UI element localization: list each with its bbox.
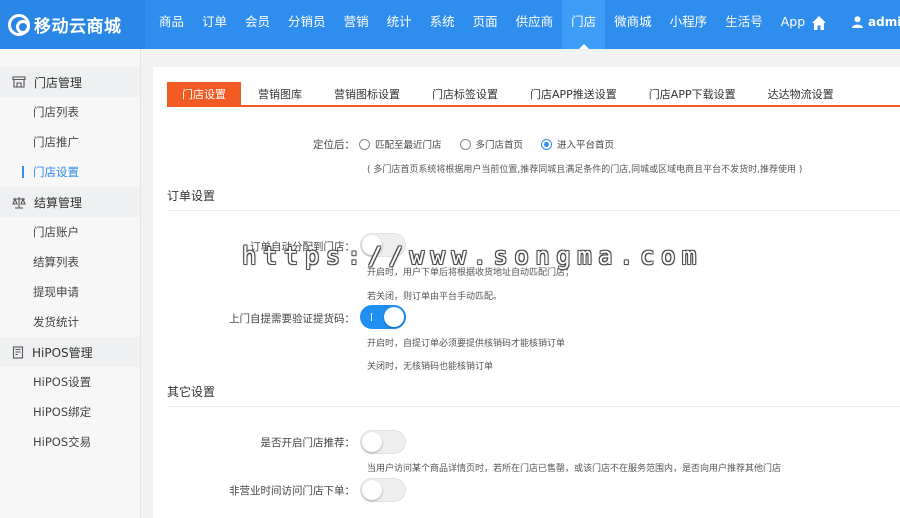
- sidebar: 门店管理 门店列表 门店推广 门店设置 结算管理 门店账户 结算列表 提现申请 …: [0, 49, 141, 518]
- other-settings-title: 其它设置: [167, 383, 900, 407]
- nav-item-marketing[interactable]: 营销: [335, 0, 378, 49]
- radio-label: 多门店首页: [475, 140, 524, 151]
- sidebar-item-withdrawals[interactable]: 提现申请: [0, 277, 140, 307]
- sidebar-group-label: HiPOS管理: [32, 345, 93, 360]
- nav-item-members[interactable]: 会员: [236, 0, 279, 49]
- store-icon: [12, 76, 26, 88]
- sidebar-item-store-promotion[interactable]: 门店推广: [0, 127, 140, 157]
- watermark-text: https://www.songma.com: [242, 242, 703, 270]
- tab-store-settings[interactable]: 门店设置: [167, 82, 241, 107]
- sidebar-group-label: 门店管理: [34, 75, 83, 90]
- main-panel: 门店设置 营销图库 营销图标设置 门店标签设置 门店APP推送设置 门店APP下…: [153, 67, 900, 518]
- home-icon[interactable]: [811, 15, 827, 31]
- location-radio-group: 匹配至最近门店 多门店首页 进入平台首页: [359, 137, 632, 151]
- pickup-verify-help-on: 开启时，自提订单必须要提供核销码才能核销订单: [367, 339, 566, 349]
- nav-item-wechat-mall[interactable]: 微商城: [605, 0, 661, 49]
- sidebar-item-shipping-stats[interactable]: 发货统计: [0, 307, 140, 337]
- radio-nearest-store[interactable]: 匹配至最近门店: [359, 137, 442, 151]
- sidebar-item-store-list[interactable]: 门店列表: [0, 97, 140, 127]
- user-menu[interactable]: admin: [852, 0, 900, 44]
- user-name: admin: [868, 15, 900, 29]
- store-recommend-help: 当用户访问某个商品详情页时，若所在门店已售罄，或该门店不在服务范围内，是否向用户…: [367, 464, 782, 474]
- store-recommend-label: 是否开启门店推荐：: [260, 437, 356, 449]
- radio-label: 进入平台首页: [557, 140, 615, 151]
- nav-item-app[interactable]: App: [772, 0, 814, 49]
- pickup-verify-toggle[interactable]: [360, 305, 406, 329]
- sidebar-group-settlement[interactable]: 结算管理: [0, 187, 140, 217]
- nav-item-distributors[interactable]: 分销员: [279, 0, 335, 49]
- auto-assign-help-off: 若关闭，则订单由平台手动匹配。: [367, 292, 503, 302]
- settings-tabs: 门店设置 营销图库 营销图标设置 门店标签设置 门店APP推送设置 门店APP下…: [167, 82, 900, 107]
- sidebar-item-hipos-transactions[interactable]: HiPOS交易: [0, 427, 140, 457]
- tab-marketing-icons[interactable]: 营销图标设置: [319, 82, 415, 107]
- tab-app-push[interactable]: 门店APP推送设置: [515, 82, 632, 107]
- logo-icon: [8, 13, 30, 36]
- pickup-verify-help-off: 关闭时，无核销码也能核销订单: [367, 362, 494, 372]
- nav-item-suppliers[interactable]: 供应商: [507, 0, 563, 49]
- nav-item-life-account[interactable]: 生活号: [716, 0, 772, 49]
- user-icon: [852, 16, 863, 28]
- tab-store-tags[interactable]: 门店标签设置: [417, 82, 513, 107]
- radio-circle: [359, 138, 370, 150]
- main-nav: 商品 订单 会员 分销员 营销 统计 系统 页面 供应商 门店 微商城 小程序 …: [150, 0, 814, 49]
- nav-item-stats[interactable]: 统计: [378, 0, 421, 49]
- location-label: 定位后：: [313, 139, 355, 151]
- pickup-verify-label: 上门自提需要验证提货码：: [229, 313, 355, 325]
- nav-item-system[interactable]: 系统: [421, 0, 464, 49]
- sidebar-item-store-settings[interactable]: 门店设置: [0, 157, 140, 187]
- tab-marketing-gallery[interactable]: 营销图库: [243, 82, 317, 107]
- radio-label: 匹配至最近门店: [375, 140, 442, 151]
- sidebar-item-hipos-settings[interactable]: HiPOS设置: [0, 367, 140, 397]
- brand-name: 移动云商城: [34, 17, 122, 37]
- tab-dada-logistics[interactable]: 达达物流设置: [753, 82, 849, 107]
- location-help: ( 多门店首页系统将根据用户当前位置,推荐同城且满足条件的门店,同城或区域电商且…: [367, 165, 803, 175]
- sidebar-group-hipos[interactable]: HiPOS管理: [0, 337, 140, 367]
- radio-multi-store-home[interactable]: 多门店首页: [459, 137, 524, 151]
- store-recommend-toggle[interactable]: [360, 430, 406, 454]
- nav-item-mini-program[interactable]: 小程序: [661, 0, 717, 49]
- off-hours-toggle[interactable]: [360, 478, 406, 502]
- nav-item-goods[interactable]: 商品: [150, 0, 193, 49]
- scale-icon: [12, 196, 26, 209]
- sidebar-group-stores[interactable]: 门店管理: [0, 67, 140, 97]
- off-hours-label: 非营业时间访问门店下单：: [229, 485, 355, 497]
- sidebar-item-settlement-list[interactable]: 结算列表: [0, 247, 140, 277]
- pos-icon: [12, 345, 24, 359]
- radio-circle-selected: [541, 138, 553, 150]
- nav-item-stores[interactable]: 门店: [562, 0, 606, 49]
- radio-circle: [459, 138, 471, 150]
- radio-platform-home[interactable]: 进入平台首页: [541, 137, 614, 151]
- nav-item-pages[interactable]: 页面: [464, 0, 507, 49]
- sidebar-item-store-accounts[interactable]: 门店账户: [0, 217, 140, 247]
- top-bar: 移动云商城 商品 订单 会员 分销员 营销 统计 系统 页面 供应商 门店 微商…: [0, 0, 900, 49]
- brand-logo[interactable]: 移动云商城: [0, 0, 145, 49]
- sidebar-item-hipos-binding[interactable]: HiPOS绑定: [0, 397, 140, 427]
- order-settings-title: 订单设置: [167, 187, 900, 211]
- nav-item-orders[interactable]: 订单: [193, 0, 236, 49]
- sidebar-group-label: 结算管理: [34, 195, 83, 210]
- tab-app-download[interactable]: 门店APP下载设置: [634, 82, 751, 107]
